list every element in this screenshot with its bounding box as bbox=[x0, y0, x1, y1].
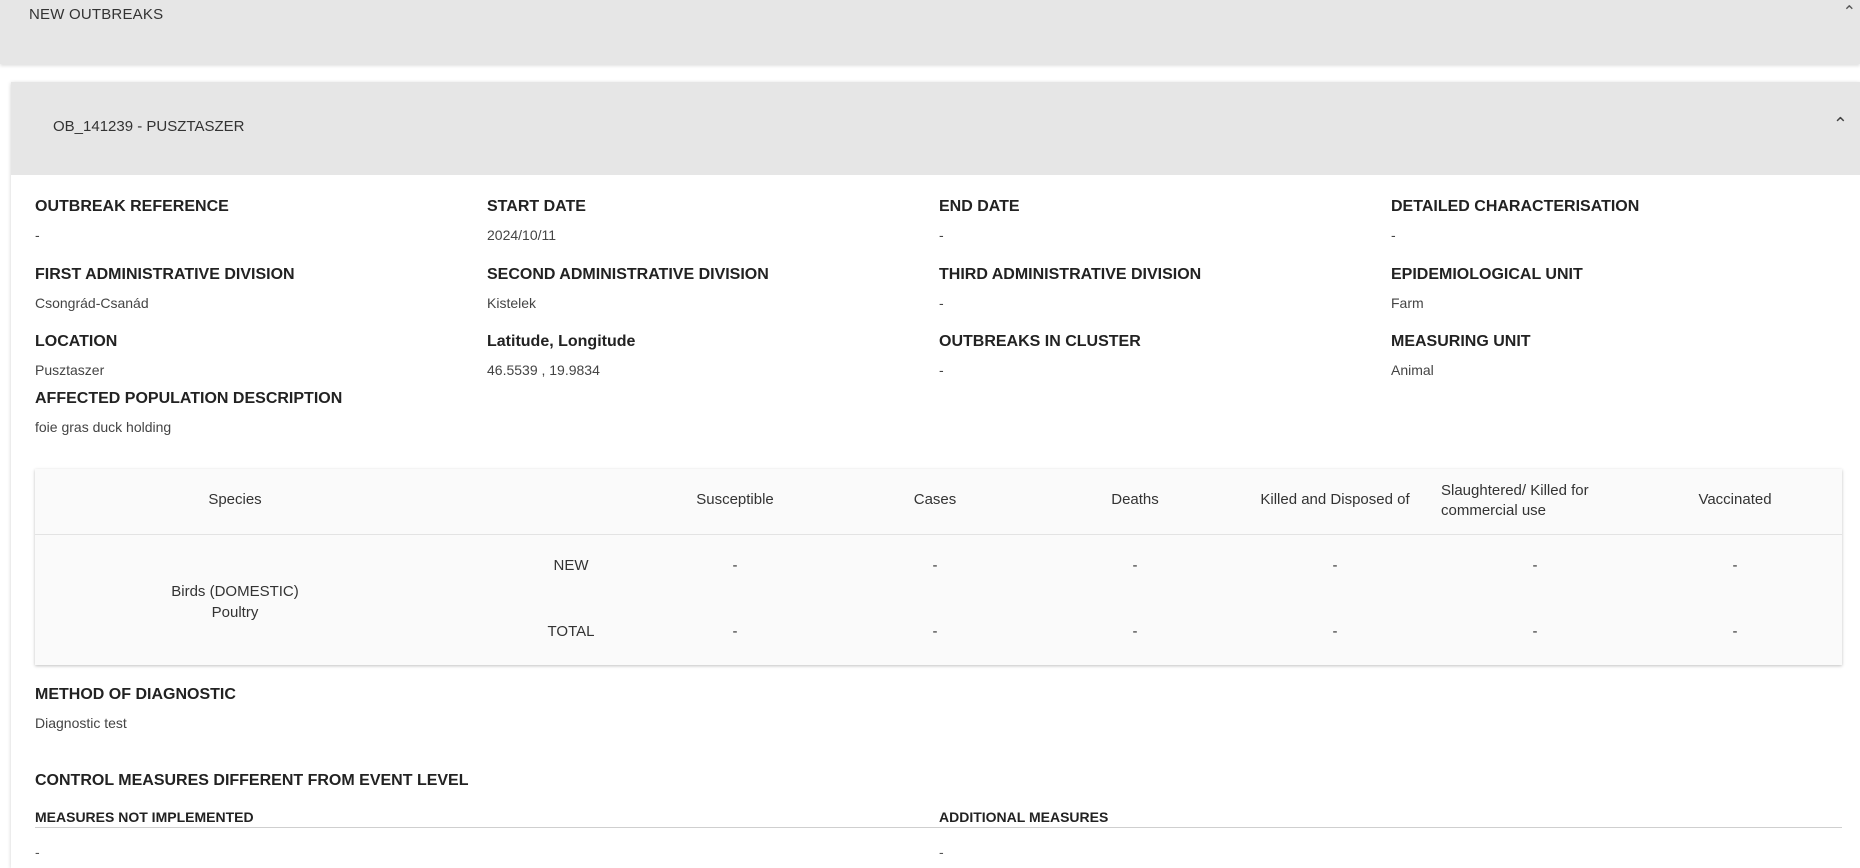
additional-measures-value: - bbox=[939, 844, 944, 860]
total-deaths: - bbox=[1132, 623, 1138, 640]
additional-measures-label: ADDITIONAL MEASURES bbox=[939, 809, 1109, 825]
third-admin-division-label: THIRD ADMINISTRATIVE DIVISION bbox=[939, 266, 1202, 283]
field-measuring-unit: MEASURING UNIT Animal bbox=[1391, 333, 1531, 378]
location-label: LOCATION bbox=[35, 333, 118, 350]
new-cases: - bbox=[932, 557, 938, 574]
epidemiological-unit-value: Farm bbox=[1391, 295, 1424, 311]
species-column-header: Species bbox=[208, 491, 262, 508]
new-slaughtered: - bbox=[1532, 557, 1538, 574]
start-date-value: 2024/10/11 bbox=[487, 227, 557, 243]
total-susceptible: - bbox=[732, 623, 738, 640]
field-end-date: END DATE - bbox=[939, 198, 1020, 243]
outbreaks-in-cluster-value: - bbox=[939, 362, 944, 378]
field-location: LOCATION Pusztaszer bbox=[35, 333, 117, 378]
lat-long-label: Latitude, Longitude bbox=[487, 333, 636, 350]
field-detailed-characterisation: DETAILED CHARACTERISATION - bbox=[1391, 198, 1639, 243]
method-of-diagnostic-label: METHOD OF DIAGNOSTIC bbox=[35, 686, 236, 703]
total-vaccinated: - bbox=[1732, 623, 1738, 640]
deaths-column-header: Deaths bbox=[1111, 491, 1159, 508]
vaccinated-column-header: Vaccinated bbox=[1698, 491, 1772, 508]
measures-not-implemented-value: - bbox=[35, 844, 40, 860]
outbreak-panel-header[interactable]: OB_141239 - PUSZTASZER ⌃ bbox=[11, 82, 1860, 175]
first-admin-division-label: FIRST ADMINISTRATIVE DIVISION bbox=[35, 266, 295, 283]
control-measures-section: CONTROL MEASURES DIFFERENT FROM EVENT LE… bbox=[35, 772, 469, 790]
control-measures-title: CONTROL MEASURES DIFFERENT FROM EVENT LE… bbox=[35, 772, 469, 789]
measuring-unit-value: Animal bbox=[1391, 362, 1434, 378]
detailed-characterisation-label: DETAILED CHARACTERISATION bbox=[1391, 198, 1640, 215]
measures-not-implemented-label: MEASURES NOT IMPLEMENTED bbox=[35, 809, 254, 825]
new-killed-disposed: - bbox=[1332, 557, 1338, 574]
cases-column-header: Cases bbox=[913, 491, 957, 508]
new-outbreaks-panel-header[interactable]: NEW OUTBREAKS ⌃ bbox=[0, 0, 1860, 64]
field-epidemiological-unit: EPIDEMIOLOGICAL UNIT Farm bbox=[1391, 266, 1583, 311]
outbreak-reference-value: - bbox=[35, 227, 40, 243]
third-admin-division-value: - bbox=[939, 295, 944, 311]
species-name: Birds (DOMESTIC) Poultry bbox=[35, 581, 435, 623]
second-admin-division-label: SECOND ADMINISTRATIVE DIVISION bbox=[487, 266, 769, 283]
species-line1: Birds (DOMESTIC) bbox=[171, 583, 299, 600]
lat-long-value: 46.5539 , 19.9834 bbox=[487, 362, 600, 378]
epidemiological-unit-label: EPIDEMIOLOGICAL UNIT bbox=[1391, 266, 1583, 283]
second-admin-division-value: Kistelek bbox=[487, 295, 537, 311]
slaughtered-column-header: Slaughtered/ Killed for commercial use bbox=[1441, 481, 1641, 521]
outbreak-title: OB_141239 - PUSZTASZER bbox=[53, 118, 245, 135]
chevron-up-icon[interactable]: ⌃ bbox=[1843, 2, 1856, 22]
row-label-new: NEW bbox=[553, 557, 589, 574]
new-susceptible: - bbox=[732, 557, 738, 574]
new-outbreaks-title: NEW OUTBREAKS bbox=[29, 6, 164, 23]
total-slaughtered: - bbox=[1532, 623, 1538, 640]
affected-population-value: foie gras duck holding bbox=[35, 419, 172, 435]
measuring-unit-label: MEASURING UNIT bbox=[1391, 333, 1531, 350]
slaughtered-header-line2: commercial use bbox=[1441, 502, 1547, 519]
new-vaccinated: - bbox=[1732, 557, 1738, 574]
field-method-of-diagnostic: METHOD OF DIAGNOSTIC Diagnostic test bbox=[35, 686, 236, 731]
killed-disposed-column-header: Killed and Disposed of bbox=[1260, 491, 1410, 508]
outbreaks-in-cluster-label: OUTBREAKS IN CLUSTER bbox=[939, 333, 1141, 350]
field-start-date: START DATE 2024/10/11 bbox=[487, 198, 586, 243]
slaughtered-header-line1: Slaughtered/ Killed for bbox=[1441, 482, 1589, 499]
measures-divider bbox=[35, 827, 1842, 828]
end-date-label: END DATE bbox=[939, 198, 1020, 215]
field-outbreak-reference: OUTBREAK REFERENCE - bbox=[35, 198, 229, 243]
method-of-diagnostic-value: Diagnostic test bbox=[35, 715, 127, 731]
field-affected-population: AFFECTED POPULATION DESCRIPTION foie gra… bbox=[35, 390, 342, 435]
start-date-label: START DATE bbox=[487, 198, 586, 215]
field-second-admin-division: SECOND ADMINISTRATIVE DIVISION Kistelek bbox=[487, 266, 769, 311]
new-deaths: - bbox=[1132, 557, 1138, 574]
total-killed-disposed: - bbox=[1332, 623, 1338, 640]
total-cases: - bbox=[932, 623, 938, 640]
field-first-admin-division: FIRST ADMINISTRATIVE DIVISION Csongrád-C… bbox=[35, 266, 295, 311]
species-line2: Poultry bbox=[211, 604, 259, 621]
end-date-value: - bbox=[939, 227, 944, 243]
species-table: Species Susceptible Cases Deaths Killed … bbox=[35, 469, 1842, 665]
susceptible-column-header: Susceptible bbox=[696, 491, 774, 508]
detailed-characterisation-value: - bbox=[1391, 227, 1396, 243]
affected-population-label: AFFECTED POPULATION DESCRIPTION bbox=[35, 390, 343, 407]
outbreak-reference-label: OUTBREAK REFERENCE bbox=[35, 198, 229, 215]
chevron-up-icon[interactable]: ⌃ bbox=[1833, 114, 1848, 135]
field-outbreaks-in-cluster: OUTBREAKS IN CLUSTER - bbox=[939, 333, 1141, 378]
location-value: Pusztaszer bbox=[35, 362, 105, 378]
first-admin-division-value: Csongrád-Csanád bbox=[35, 295, 149, 311]
row-label-total: TOTAL bbox=[547, 623, 595, 640]
field-third-admin-division: THIRD ADMINISTRATIVE DIVISION - bbox=[939, 266, 1201, 311]
field-lat-long: Latitude, Longitude 46.5539 , 19.9834 bbox=[487, 333, 635, 378]
